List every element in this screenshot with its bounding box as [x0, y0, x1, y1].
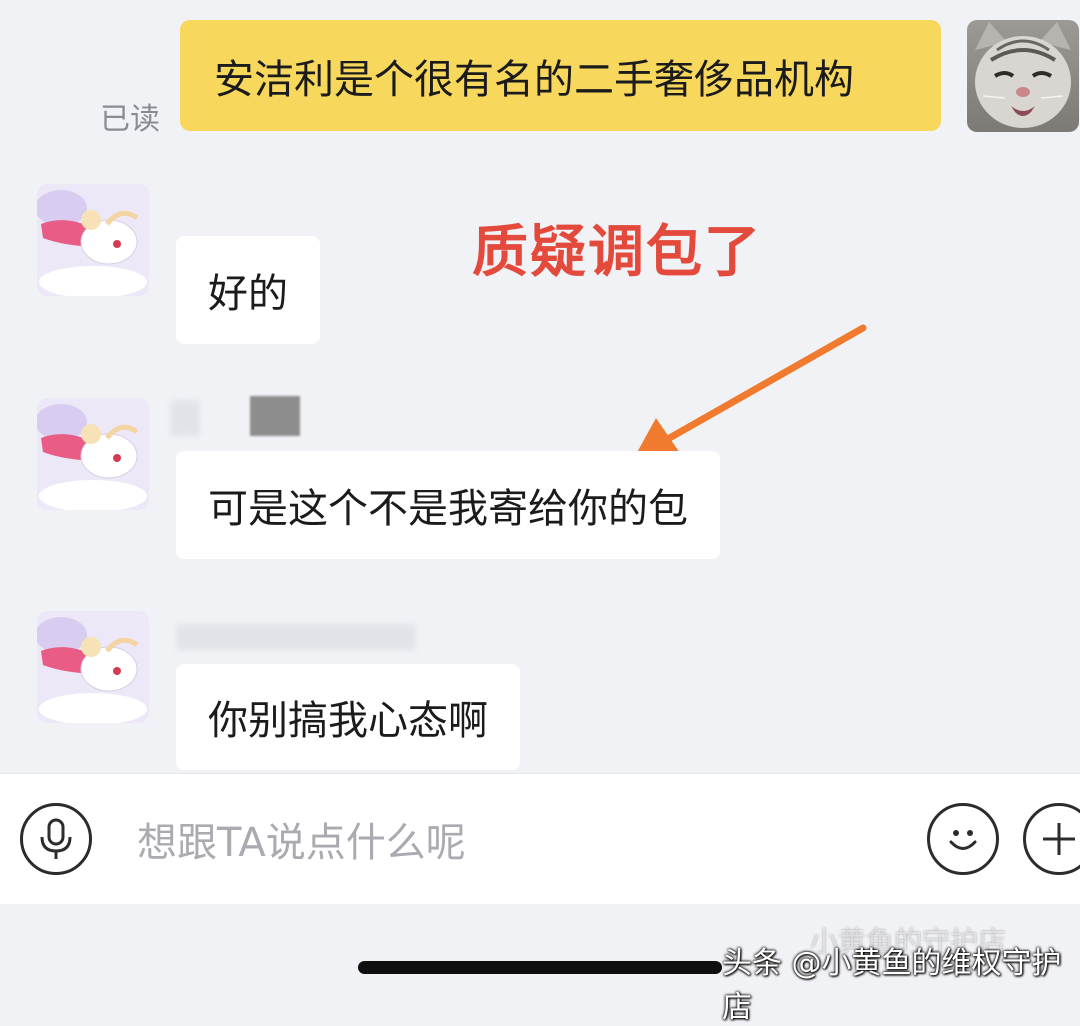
voice-button[interactable]: [20, 803, 92, 875]
more-button[interactable]: [1023, 803, 1080, 875]
outgoing-message-text: 安洁利是个很有名的二手奢侈品机构: [214, 56, 854, 103]
home-indicator[interactable]: [358, 961, 722, 974]
anime-avatar-image: [37, 611, 149, 723]
incoming-message-text: 可是这个不是我寄给你的包: [208, 486, 688, 532]
read-status: 已读: [100, 102, 160, 137]
redacted-block: [250, 396, 300, 436]
incoming-message-bubble[interactable]: 可是这个不是我寄给你的包: [176, 451, 720, 559]
contact-avatar[interactable]: [37, 398, 149, 510]
plus-icon: [1043, 823, 1075, 855]
outgoing-message-bubble[interactable]: 安洁利是个很有名的二手奢侈品机构: [180, 20, 941, 131]
smiley-icon: [949, 830, 977, 850]
redacted-sender-name: [176, 624, 416, 650]
incoming-message-text: 你别搞我心态啊: [208, 698, 488, 744]
microphone-icon: [40, 818, 72, 859]
anime-avatar-image: [37, 184, 149, 296]
self-avatar[interactable]: [967, 20, 1079, 132]
anime-avatar-image: [37, 398, 149, 510]
contact-avatar[interactable]: [37, 184, 149, 296]
annotation-arrow: [634, 324, 867, 458]
cat-avatar-image: [967, 20, 1079, 132]
redacted-sender-name: [170, 400, 200, 436]
message-input-bar: 想跟TA说点什么呢: [0, 773, 1080, 904]
emoji-button[interactable]: [927, 803, 999, 875]
annotation-label: 质疑调包了: [472, 220, 762, 285]
incoming-message-bubble[interactable]: 好的: [176, 236, 320, 344]
watermark: 头条 @小黄鱼的维权守护店: [722, 946, 1062, 1025]
message-input[interactable]: 想跟TA说点什么呢: [137, 810, 466, 868]
contact-avatar[interactable]: [37, 611, 149, 723]
incoming-message-bubble[interactable]: 你别搞我心态啊: [176, 664, 520, 770]
incoming-message-text: 好的: [208, 271, 288, 317]
